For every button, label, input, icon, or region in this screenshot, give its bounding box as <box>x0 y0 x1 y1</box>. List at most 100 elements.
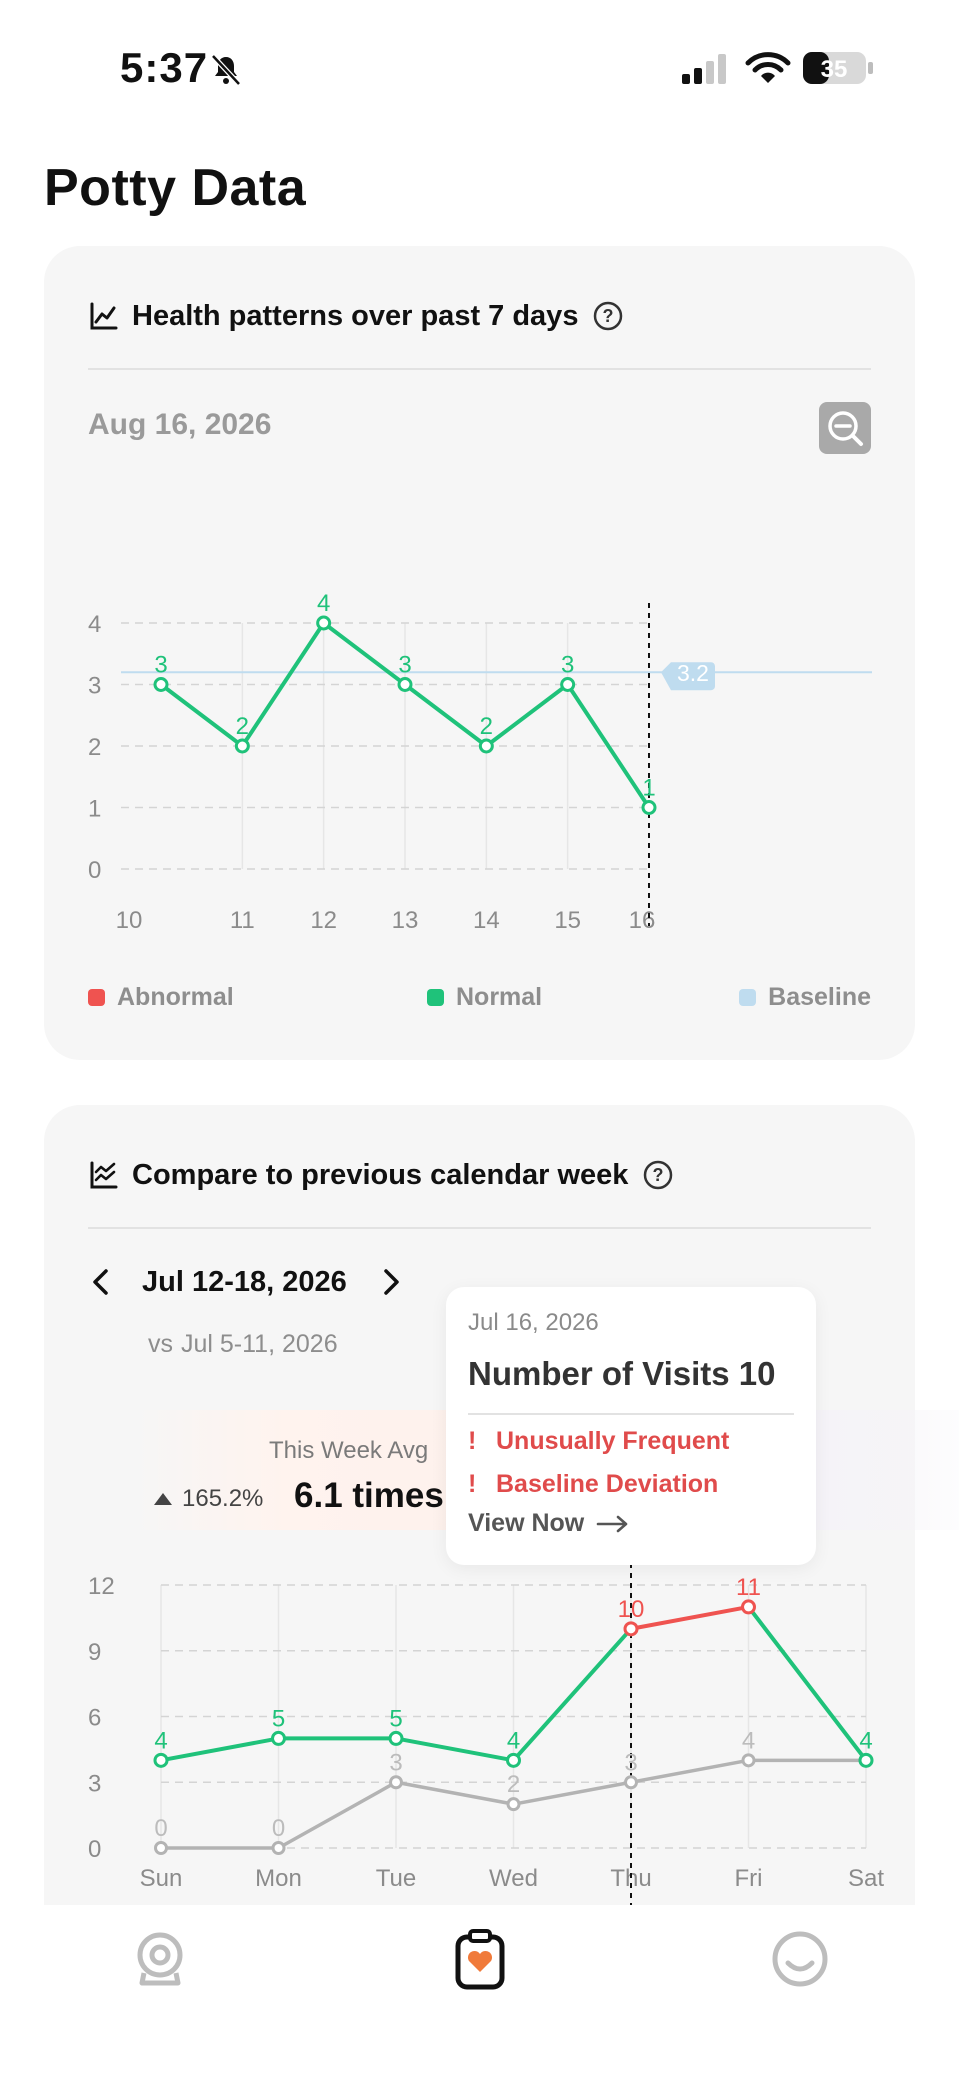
previous-week-point <box>741 1753 756 1768</box>
bell-muted-icon <box>211 54 241 86</box>
data-label: 2 <box>480 713 493 740</box>
tooltip-date: Jul 16, 2026 <box>468 1309 599 1336</box>
baseline-value-label: 3.2 <box>677 660 709 686</box>
current-week-point <box>858 1752 874 1768</box>
previous-week-label: 3 <box>389 1749 402 1776</box>
normal-segment <box>746 1604 868 1763</box>
data-label: 3 <box>154 652 167 679</box>
abnormal-segment <box>629 1604 751 1631</box>
battery-level: 35 <box>821 56 848 83</box>
data-label: 1 <box>642 775 655 802</box>
normal-segment <box>159 1736 281 1763</box>
x-tick-label: Sun <box>140 1865 183 1892</box>
x-tick-label: 16 <box>629 907 656 934</box>
previous-week-point <box>154 1841 168 1855</box>
tooltip-alert-text: Baseline Deviation <box>496 1470 719 1498</box>
alert-icon: ! <box>468 1470 477 1498</box>
legend-normal: Normal <box>427 983 542 1012</box>
health-legend: Abnormal Normal Baseline <box>88 983 871 1023</box>
data-point <box>560 677 576 692</box>
y-tick-label: 0 <box>88 1836 101 1863</box>
legend-baseline: Baseline <box>739 983 871 1012</box>
current-week-label: 4 <box>154 1727 167 1754</box>
data-point <box>316 615 332 631</box>
current-week-label: 5 <box>389 1705 402 1732</box>
data-label: 4 <box>317 590 330 617</box>
legend-label-abnormal: Abnormal <box>117 983 234 1011</box>
current-week-label: 4 <box>507 1727 520 1754</box>
x-tick-label: Tue <box>376 1865 416 1892</box>
view-now-link[interactable]: View Now <box>468 1509 630 1538</box>
legend-label-baseline: Baseline <box>768 983 871 1011</box>
x-tick-label: 15 <box>554 907 581 934</box>
y-tick-label: 0 <box>88 857 101 884</box>
health-line-chart: 012343.210 11 12 13 14 15 163243231 <box>88 590 872 934</box>
previous-week-label: 3 <box>624 1749 637 1776</box>
tooltip-divider <box>468 1413 794 1415</box>
x-tick-label: Fri <box>735 1865 763 1892</box>
current-week-label: 4 <box>859 1727 872 1754</box>
x-tick-label: 14 <box>473 907 500 934</box>
tooltip-alert-text: Unusually Frequent <box>496 1427 730 1455</box>
current-week-point <box>271 1730 286 1746</box>
health-patterns-card: Health patterns over past 7 days ? Aug 1… <box>44 246 915 1060</box>
y-tick-label: 12 <box>88 1573 115 1600</box>
previous-week-label: 0 <box>154 1815 167 1842</box>
legend-abnormal: Abnormal <box>88 983 234 1012</box>
bottom-tab-bar <box>0 1905 959 2084</box>
data-point <box>153 677 169 692</box>
normal-segment <box>511 1626 633 1763</box>
previous-week-label: 0 <box>272 1815 285 1842</box>
arrow-right-icon <box>596 1515 628 1532</box>
profile-face-icon[interactable] <box>768 1927 832 1991</box>
x-tick-label: Mon <box>255 1865 302 1892</box>
battery-icon: 35 <box>803 52 873 84</box>
y-tick-label: 3 <box>88 1770 101 1797</box>
data-label: 3 <box>398 652 411 679</box>
y-tick-label: 2 <box>88 734 101 761</box>
current-week-point <box>506 1752 521 1768</box>
status-bar: 5:37 35 <box>0 0 959 120</box>
legend-swatch-baseline <box>739 989 757 1006</box>
x-tick-label: 10 <box>116 907 143 934</box>
camera-icon[interactable] <box>128 1927 192 1991</box>
wifi-icon <box>745 52 791 83</box>
data-label: 2 <box>236 713 249 740</box>
x-tick-label: Wed <box>489 1865 538 1892</box>
alert-icon: ! <box>468 1427 477 1455</box>
view-now-label: View Now <box>468 1509 585 1537</box>
status-time: 5:37 <box>120 44 209 91</box>
previous-week-point <box>389 1775 403 1790</box>
previous-week-label: 4 <box>742 1727 755 1754</box>
tooltip-alert-frequent: ! Unusually Frequent <box>468 1427 729 1456</box>
current-week-point <box>153 1752 169 1768</box>
current-week-point <box>388 1730 404 1746</box>
current-week-label: 10 <box>618 1596 645 1623</box>
health-clipboard-icon[interactable] <box>448 1927 512 1991</box>
x-tick-label: 11 <box>230 907 255 934</box>
normal-segment <box>394 1736 516 1763</box>
x-tick-label: Sat <box>848 1865 884 1892</box>
y-tick-label: 1 <box>88 796 101 823</box>
x-tick-label: 12 <box>310 907 337 934</box>
current-week-label: 11 <box>736 1574 761 1601</box>
y-tick-label: 4 <box>88 611 101 638</box>
data-point <box>234 738 250 754</box>
data-point <box>641 800 657 815</box>
page-title: Potty Data <box>44 159 307 217</box>
legend-label-normal: Normal <box>456 983 543 1011</box>
previous-week-label: 2 <box>507 1771 520 1798</box>
previous-week-point <box>506 1797 521 1812</box>
cellular-signal-icon <box>682 54 726 84</box>
tooltip-visits: Number of Visits 10 <box>468 1355 776 1392</box>
y-tick-label: 6 <box>88 1705 101 1732</box>
data-point-tooltip: Jul 16, 2026 Number of Visits 10 ! Unusu… <box>446 1287 816 1565</box>
data-point <box>478 738 494 754</box>
data-point <box>397 677 413 692</box>
current-week-point <box>741 1599 756 1615</box>
x-tick-label: 13 <box>392 907 419 934</box>
y-tick-label: 9 <box>88 1639 101 1666</box>
legend-swatch-normal <box>427 989 444 1006</box>
previous-week-point <box>624 1775 638 1790</box>
tooltip-alert-deviation: ! Baseline Deviation <box>468 1470 718 1499</box>
